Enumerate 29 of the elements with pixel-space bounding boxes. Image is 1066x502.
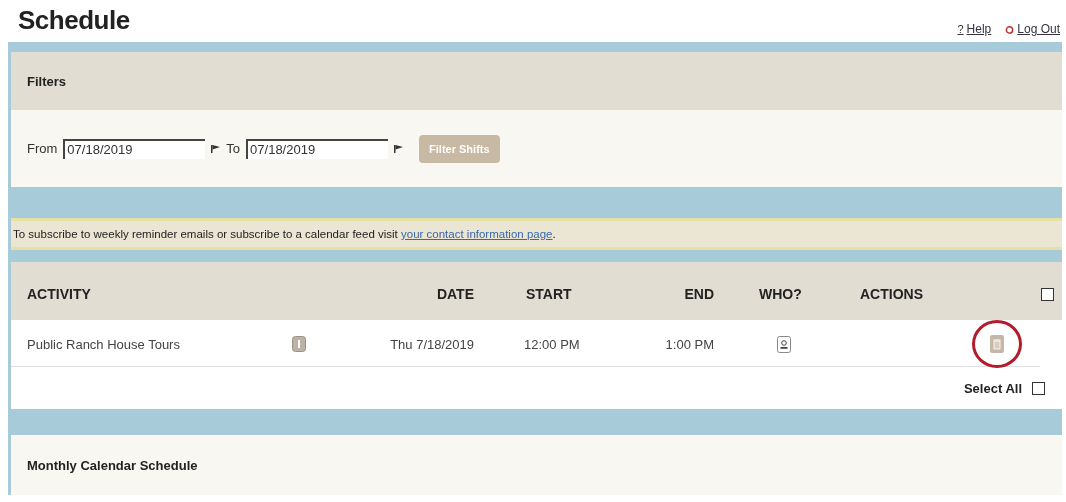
column-header: END	[683, 286, 714, 302]
column-header: START	[525, 286, 573, 302]
field-label: From	[27, 141, 58, 156]
column-header: DATE	[435, 286, 474, 302]
column-header: ACTIVITY	[27, 286, 92, 302]
logout-link[interactable]: Log Out	[1005, 22, 1060, 36]
person-icon[interactable]	[777, 335, 791, 353]
section-heading: Filters	[27, 73, 66, 89]
select-all-label: Select All	[963, 380, 1022, 396]
flag-icon[interactable]	[211, 144, 221, 153]
column-header: WHO?	[758, 286, 803, 302]
table-cell-text: 1:00 PM	[664, 336, 714, 352]
page-title: Schedule	[18, 5, 130, 36]
contact-page-link[interactable]: your contact information page	[401, 228, 553, 240]
notice-text: To subscribe to weekly reminder emails or subscribe to a calendar feed visit your contact information page.	[13, 228, 556, 240]
section-heading: Monthly Calendar Schedule	[27, 457, 198, 473]
flag-icon[interactable]	[394, 144, 404, 153]
field-label: To	[226, 141, 241, 156]
power-icon[interactable]	[1005, 24, 1015, 34]
info-icon[interactable]	[292, 336, 306, 352]
checkbox[interactable]	[1041, 287, 1054, 301]
table-cell-text: Public Ranch House Tours	[27, 336, 181, 352]
column-header: ACTIONS	[859, 286, 924, 302]
table-cell-text: 12:00 PM	[523, 336, 581, 352]
table-cell-text: Thu 7/18/2019	[389, 336, 474, 352]
select-all-checkbox[interactable]	[1032, 381, 1045, 395]
date-field[interactable]: 07/18/2019	[246, 138, 389, 159]
date-field[interactable]: 07/18/2019	[63, 138, 206, 159]
help-link[interactable]: ? Help	[957, 22, 992, 36]
